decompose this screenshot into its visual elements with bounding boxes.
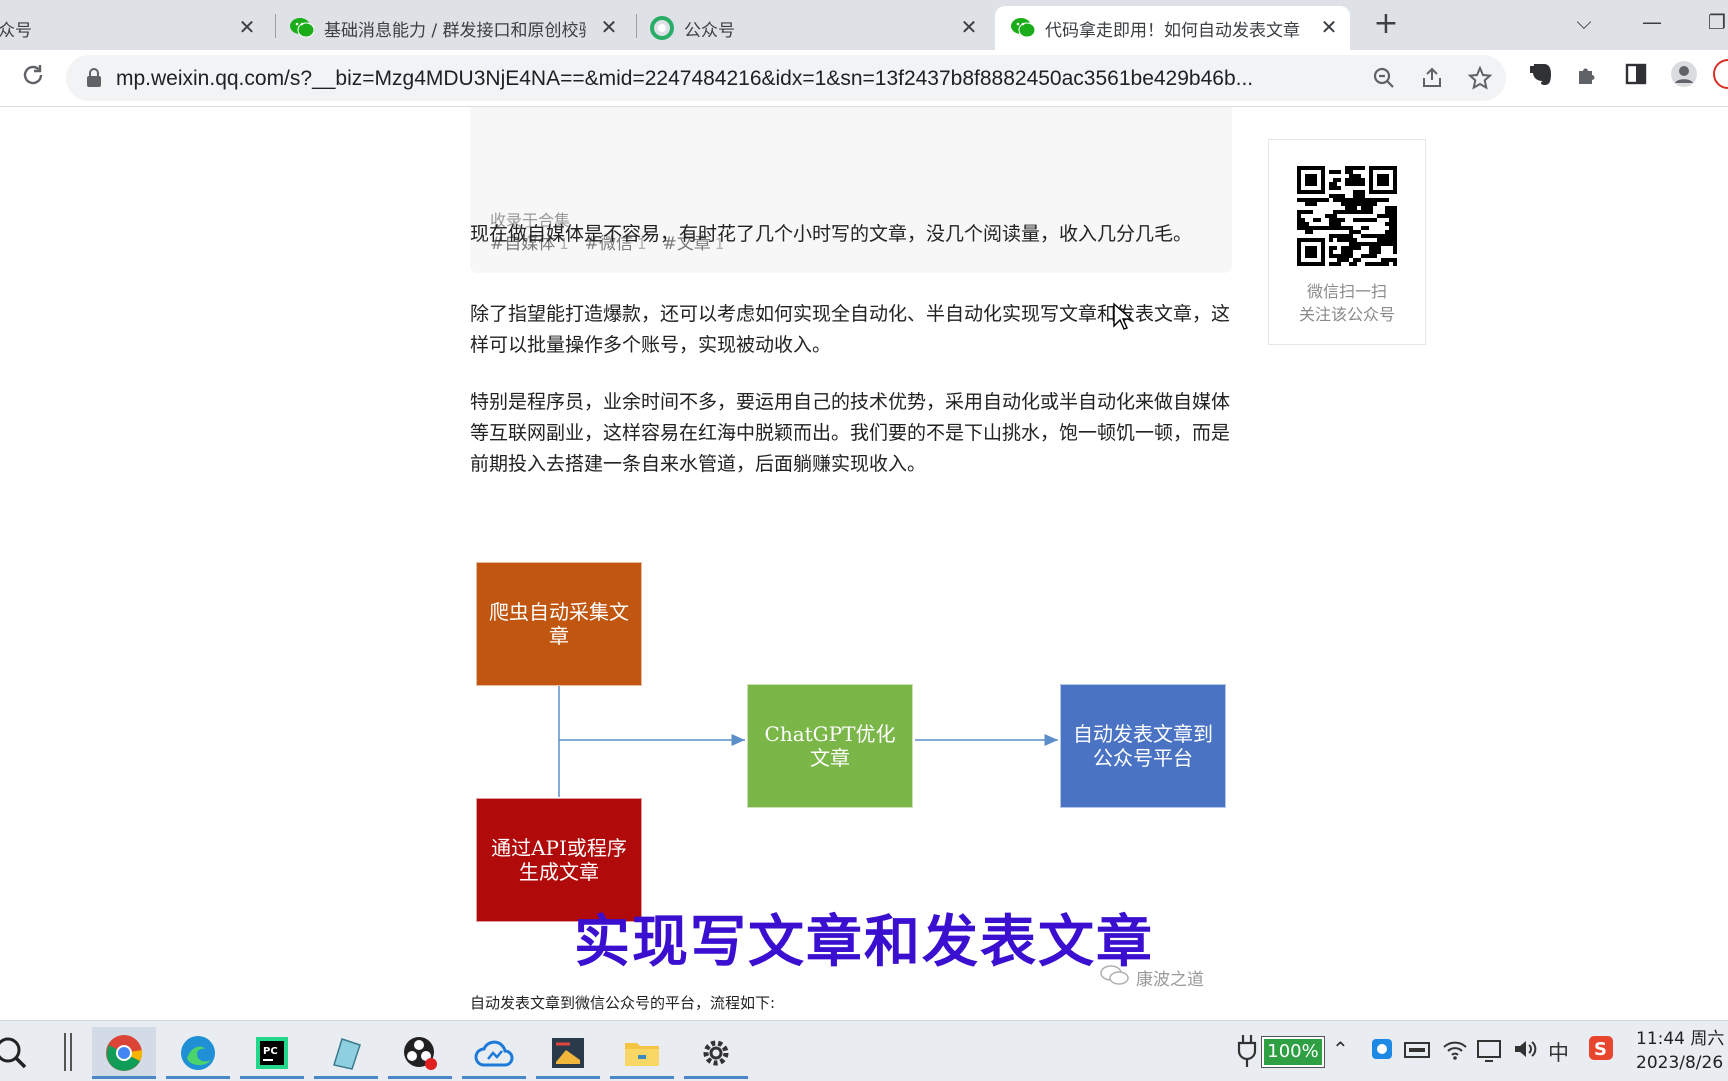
svg-text:S: S [1594,1039,1607,1060]
tab-strip: 众号 ✕ 基础消息能力 / 群发接口和原创校验 ✕ 公众号 ✕ 代码拿走即用！如… [0,0,1728,50]
tab-title: 众号 [0,20,32,41]
tab-3-active[interactable]: 代码拿走即用！如何自动发表文章 ✕ [995,6,1350,50]
keyboard-icon[interactable] [1404,1039,1430,1064]
obs-icon[interactable] [388,1027,452,1079]
qr-caption-line2: 关注该公众号 [1298,305,1395,324]
running-indicator [610,1076,674,1079]
reload-icon[interactable] [20,62,50,92]
qr-caption-line1: 微信扫一扫 [1306,282,1387,301]
restore-icon[interactable]: ❐ [1706,10,1728,36]
tab-title: 公众号 [684,20,735,41]
power-plug-icon[interactable] [1236,1033,1258,1074]
tray-app-icon[interactable] [1370,1037,1394,1066]
tab-1[interactable]: 基础消息能力 / 群发接口和原创校验 ✕ [290,6,630,50]
tab-separator [275,14,276,38]
running-indicator [536,1076,600,1079]
chevron-down-icon[interactable]: ⌵ [1572,10,1596,36]
browser-toolbar: mp.weixin.qq.com/s?__biz=Mzg4MDU3NjE4NA=… [0,50,1728,107]
volume-icon[interactable] [1512,1037,1538,1066]
running-indicator [388,1076,452,1079]
wechat-icon [1011,16,1035,40]
address-bar[interactable]: mp.weixin.qq.com/s?__biz=Mzg4MDU3NjE4NA=… [66,55,1506,101]
tab-0[interactable]: 众号 ✕ [0,6,268,50]
bookmark-star-icon[interactable] [1467,65,1494,92]
tab-title: 代码拿走即用！如何自动发表文章 [1045,20,1300,41]
task-view-divider [64,1033,72,1071]
ime-indicator[interactable]: 中 [1548,1037,1569,1067]
zoom-icon[interactable] [1372,66,1398,92]
qr-caption: 微信扫一扫 关注该公众号 [1269,280,1425,326]
pycharm-icon[interactable]: PC [240,1027,304,1079]
paragraph-3: 特别是程序员，业余时间不多，要运用自己的技术优势，采用自动化或半自动化来做自媒体… [470,391,1231,475]
close-icon[interactable]: ✕ [598,16,620,38]
paragraph-1: 现在做自媒体是不容易，有时花了几个小时写的文章，没几个阅读量，收入几分几毛。 [470,223,1193,245]
wifi-icon[interactable] [1442,1039,1468,1066]
chevron-up-icon[interactable]: ⌃ [1332,1037,1349,1061]
qr-code [1297,166,1397,266]
side-panel-icon[interactable] [1624,62,1650,88]
windows-taskbar: PC 100% ⌃ 中 S 11:44 周六 2023/8/26 [0,1020,1728,1081]
battery-indicator[interactable]: 100% [1262,1037,1324,1067]
extensions-icon[interactable] [1576,62,1602,88]
tab-separator [636,14,637,38]
paragraph-intro: 自动发表文章到微信公众号的平台，流程如下: [470,994,776,1012]
article-page: 收录于合集 #自媒体 1 #微信 1 #文章 1 微信扫一扫 关注该公众号 现在做自媒… [0,107,1728,1020]
running-indicator [462,1076,526,1079]
search-icon[interactable] [0,1027,36,1079]
media-app-icon[interactable] [536,1027,600,1079]
running-indicator [166,1076,230,1079]
mouse-cursor-icon [1113,302,1133,330]
video-subtitle: 实现写文章和发表文章 [574,910,1154,975]
close-icon[interactable]: ✕ [1318,16,1340,38]
running-indicator [240,1076,304,1079]
menu-icon[interactable] [1712,58,1728,89]
flow-box-crawler: 爬虫自动采集文章 [476,562,642,686]
evernote-icon[interactable] [1528,60,1554,86]
close-icon[interactable]: ✕ [958,16,980,38]
new-tab-button[interactable]: + [1371,9,1401,40]
sogou-input-icon[interactable]: S [1588,1035,1614,1066]
settings-gear-icon[interactable] [684,1027,748,1079]
chrome-icon[interactable] [92,1027,156,1079]
share-icon[interactable] [1420,66,1446,92]
file-explorer-icon[interactable] [610,1027,674,1079]
cloud-drive-icon[interactable] [462,1027,526,1079]
running-indicator [314,1076,378,1079]
wechat-official-icon [650,16,674,40]
svg-text:PC: PC [263,1046,278,1057]
clock-date: 2023/8/26 [1636,1053,1724,1073]
system-clock[interactable]: 11:44 周六 2023/8/26 [1636,1027,1724,1075]
running-indicator [684,1076,748,1079]
wechat-icon [290,16,314,40]
url-text[interactable]: mp.weixin.qq.com/s?__biz=Mzg4MDU3NjE4NA=… [116,67,1416,91]
edge-icon[interactable] [166,1027,230,1079]
flow-box-publish: 自动发表文章到公众号平台 [1060,684,1226,808]
clock-time: 11:44 周六 [1636,1029,1725,1049]
tab-2[interactable]: 公众号 ✕ [650,6,990,50]
tab-title: 基础消息能力 / 群发接口和原创校验 [324,20,586,41]
minimize-icon[interactable]: — [1640,10,1664,36]
active-indicator [92,1076,156,1079]
close-icon[interactable]: ✕ [236,16,258,38]
lock-icon[interactable] [86,68,102,92]
notes-app-icon[interactable] [314,1027,378,1079]
display-icon[interactable] [1476,1039,1502,1068]
profile-avatar-icon[interactable] [1670,60,1697,87]
qr-card: 微信扫一扫 关注该公众号 [1268,139,1426,345]
flow-box-chatgpt: ChatGPT优化文章 [747,684,913,808]
